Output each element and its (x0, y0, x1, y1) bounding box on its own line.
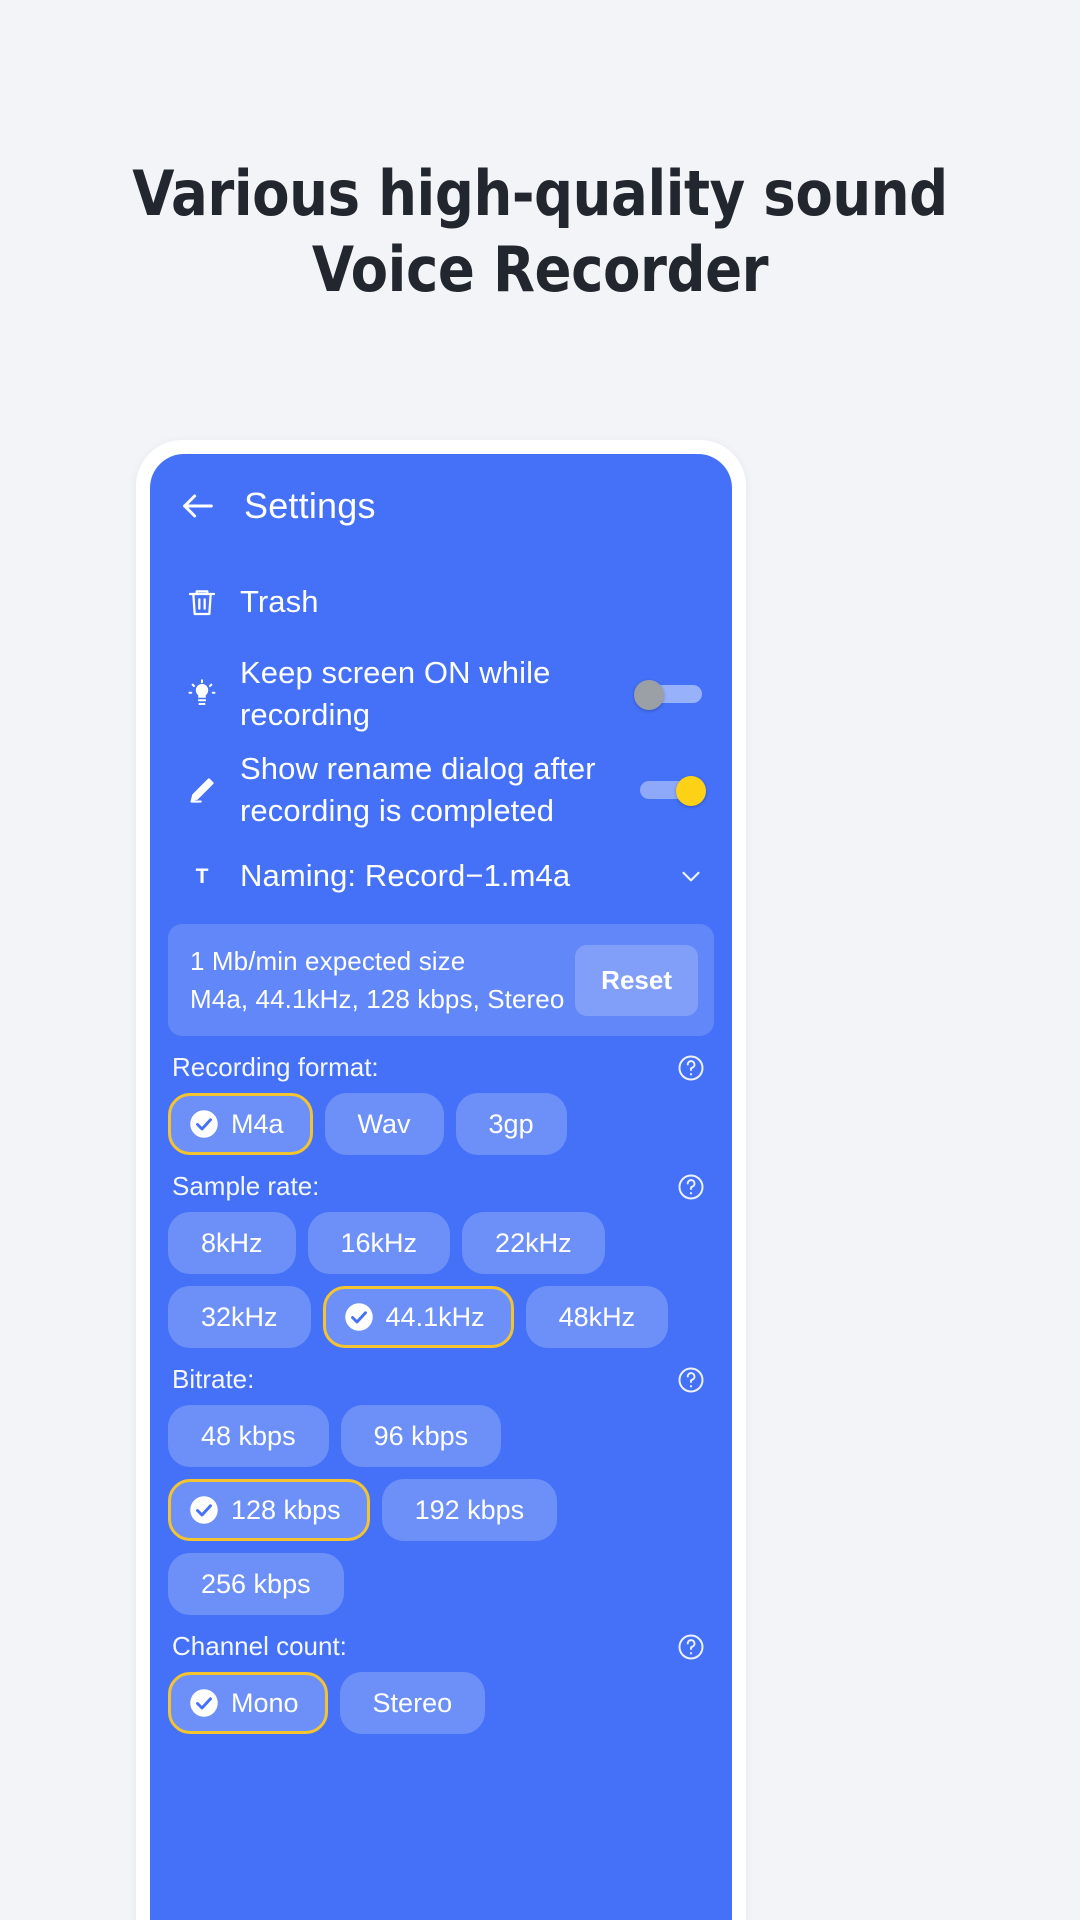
chip-label: 48 kbps (201, 1420, 296, 1451)
chip-label: 32kHz (201, 1301, 278, 1332)
chip-192-kbps[interactable]: 192 kbps (381, 1479, 558, 1541)
section-header: Bitrate: (168, 1364, 714, 1395)
text-format-icon: T (180, 862, 224, 890)
settings-row-naming[interactable]: T Naming: Record−1.m4a (150, 838, 732, 914)
chip-stereo[interactable]: Stereo (339, 1672, 486, 1734)
chip-label: 22kHz (495, 1227, 572, 1258)
section-header: Channel count: (168, 1631, 714, 1662)
chevron-down-icon[interactable] (676, 861, 706, 891)
chip-group-sample-rate: 8kHz 16kHz 22kHz 32kHz 44.1kHz 48kHz (168, 1212, 714, 1348)
headline-line-1: Various high-quality sound (132, 157, 948, 230)
expected-size-card: 1 Mb/min expected size M4a, 44.1kHz, 128… (168, 924, 714, 1036)
chip-label: Wav (357, 1108, 411, 1139)
chip-label: 16kHz (340, 1227, 418, 1258)
pencil-icon (180, 775, 224, 805)
check-circle-icon (189, 1688, 219, 1718)
chip-22khz[interactable]: 22kHz (462, 1212, 605, 1274)
section-title: Sample rate: (172, 1171, 320, 1201)
chip-8khz[interactable]: 8kHz (168, 1212, 296, 1274)
toggle-keep-screen-on[interactable] (634, 680, 706, 710)
section-channel-count: Channel count: Mono Stereo (150, 1615, 732, 1734)
phone-screen: Settings Trash Keep screen ON while reco… (150, 454, 732, 1920)
expected-size-line-2: M4a, 44.1kHz, 128 kbps, Stereo (190, 984, 565, 1014)
settings-row-label: Trash (240, 584, 319, 619)
trash-icon (180, 586, 224, 618)
help-circle-icon[interactable] (676, 1053, 706, 1083)
app-bar-title: Settings (244, 485, 376, 526)
chip-label: Stereo (372, 1687, 453, 1718)
settings-row-rename-dialog[interactable]: Show rename dialog after recording is co… (150, 742, 732, 838)
chip-256-kbps[interactable]: 256 kbps (168, 1553, 344, 1615)
svg-text:T: T (196, 865, 209, 888)
chip-m4a[interactable]: M4a (168, 1093, 313, 1155)
section-title: Channel count: (172, 1631, 347, 1661)
settings-row-trash[interactable]: Trash (150, 558, 732, 646)
chip-32khz[interactable]: 32kHz (168, 1286, 311, 1348)
page-title: Various high-quality sound Voice Recorde… (0, 156, 1080, 308)
settings-list: Trash Keep screen ON while recording Sho… (150, 558, 732, 914)
chip-label: 48kHz (558, 1301, 636, 1332)
expected-size-text: 1 Mb/min expected size M4a, 44.1kHz, 128… (190, 942, 575, 1018)
chip-96-kbps[interactable]: 96 kbps (340, 1405, 502, 1467)
check-circle-icon (189, 1495, 219, 1525)
phone-frame: Settings Trash Keep screen ON while reco… (136, 440, 746, 1920)
help-circle-icon[interactable] (676, 1365, 706, 1395)
chip-label: 192 kbps (414, 1494, 525, 1525)
chip-wav[interactable]: Wav (324, 1093, 444, 1155)
section-header: Recording format: (168, 1052, 714, 1083)
toggle-rename-dialog[interactable] (634, 776, 706, 806)
chip-label: 44.1kHz (385, 1301, 485, 1332)
chip-3gp[interactable]: 3gp (455, 1093, 567, 1155)
bulb-icon (180, 679, 224, 709)
expected-size-line-1: 1 Mb/min expected size (190, 946, 466, 976)
chip-label: M4a (231, 1108, 284, 1139)
settings-row-label: Show rename dialog after recording is co… (240, 751, 596, 828)
chip-label: 256 kbps (201, 1568, 311, 1599)
chip-group-bitrate: 48 kbps 96 kbps 128 kbps 192 kbps 256 kb… (168, 1405, 714, 1615)
help-circle-icon[interactable] (676, 1632, 706, 1662)
chip-group-recording-format: M4a Wav 3gp (168, 1093, 714, 1155)
chip-16khz[interactable]: 16kHz (307, 1212, 451, 1274)
chip-label: 3gp (488, 1108, 534, 1139)
settings-row-label: Keep screen ON while recording (240, 655, 551, 732)
chip-group-channel-count: Mono Stereo (168, 1672, 714, 1734)
section-header: Sample rate: (168, 1171, 714, 1202)
chip-label: 128 kbps (231, 1494, 341, 1525)
section-bitrate: Bitrate: 48 kbps 96 kbps 128 kbps 192 kb… (150, 1348, 732, 1615)
section-title: Recording format: (172, 1052, 379, 1082)
arrow-left-icon[interactable] (178, 486, 218, 526)
section-title: Bitrate: (172, 1364, 255, 1394)
chip-mono[interactable]: Mono (168, 1672, 328, 1734)
toggle-knob (634, 680, 664, 710)
chip-label: 8kHz (201, 1227, 263, 1258)
toggle-knob (676, 776, 706, 806)
headline-line-2: Voice Recorder (311, 233, 769, 306)
section-recording-format: Recording format: M4a Wav 3gp (150, 1036, 732, 1155)
chip-label: 96 kbps (373, 1420, 469, 1451)
check-circle-icon (189, 1109, 219, 1139)
app-bar: Settings (150, 454, 732, 558)
reset-button[interactable]: Reset (575, 944, 698, 1016)
chip-48-kbps[interactable]: 48 kbps (168, 1405, 329, 1467)
chip-label: Mono (231, 1687, 299, 1718)
chip-48khz[interactable]: 48kHz (525, 1286, 669, 1348)
check-circle-icon (344, 1302, 374, 1332)
chip-128-kbps[interactable]: 128 kbps (168, 1479, 370, 1541)
promo-screenshot: Various high-quality sound Voice Recorde… (0, 0, 1080, 1920)
section-sample-rate: Sample rate: 8kHz 16kHz 22kHz 32kHz 44.1… (150, 1155, 732, 1348)
settings-row-label: Naming: Record−1.m4a (240, 858, 571, 893)
settings-row-keep-screen-on[interactable]: Keep screen ON while recording (150, 646, 732, 742)
help-circle-icon[interactable] (676, 1172, 706, 1202)
chip-44-1khz[interactable]: 44.1kHz (322, 1286, 514, 1348)
